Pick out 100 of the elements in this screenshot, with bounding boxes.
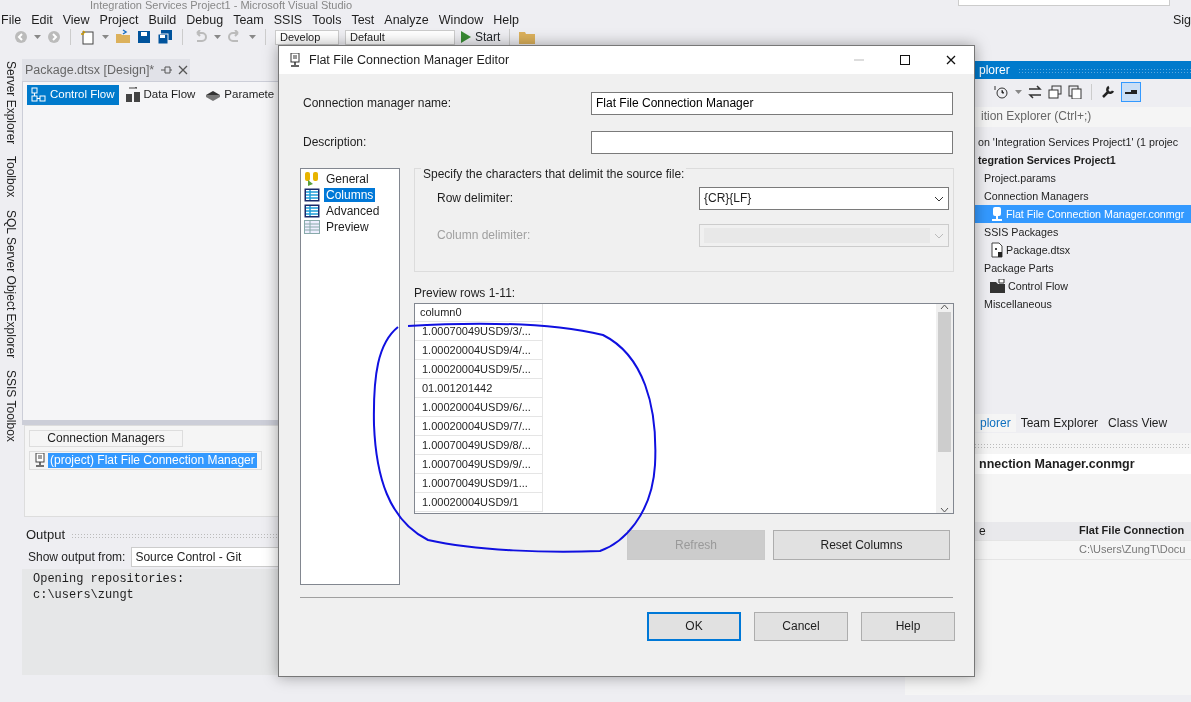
data-flow-icon xyxy=(124,87,141,103)
column-header: Flat File Connection xyxy=(1078,524,1186,538)
menu-item[interactable]: Analyze xyxy=(383,13,438,28)
new-project-icon[interactable] xyxy=(80,29,96,45)
menu-item[interactable]: Help xyxy=(492,13,528,28)
field-label: Description: xyxy=(302,134,368,150)
table-cell: 1.00020004USD9/4/... xyxy=(415,341,543,360)
table-icon xyxy=(304,220,320,234)
output-line: c:\users\zungt xyxy=(33,587,135,603)
grid-icon xyxy=(304,204,320,218)
package-icon xyxy=(990,242,1004,258)
configuration-dropdown[interactable]: Develop xyxy=(275,29,339,45)
general-icon xyxy=(304,171,320,187)
search-field[interactable] xyxy=(958,0,1170,6)
column-header: e xyxy=(978,523,987,539)
folder-icon xyxy=(990,279,1006,293)
menu-item[interactable]: Debug xyxy=(185,13,233,28)
preview-toggle-icon[interactable] xyxy=(1121,82,1141,102)
delimiter-dropdown[interactable]: {CR}{LF} xyxy=(699,187,949,210)
menu-item[interactable]: File xyxy=(0,13,31,28)
side-tab[interactable]: Server Explorer xyxy=(3,61,19,145)
designer-tab[interactable]: Paramete xyxy=(201,85,279,105)
help-button[interactable]: Help xyxy=(861,612,955,641)
pin-icon[interactable] xyxy=(160,64,173,76)
column-header: column0 xyxy=(415,304,543,322)
tree-item[interactable]: Control Flow xyxy=(917,277,1191,295)
window-title: Integration Services Project1 - Microsoft Visual Studio xyxy=(90,0,353,11)
save-icon[interactable] xyxy=(137,30,151,44)
caret-icon[interactable] xyxy=(102,35,109,39)
cancel-button[interactable]: Cancel xyxy=(754,612,848,641)
caret-icon[interactable] xyxy=(249,35,256,39)
description-field[interactable] xyxy=(591,130,953,154)
open-folder-icon[interactable] xyxy=(115,29,131,45)
table-cell: 1.00070049USD9/9/... xyxy=(415,455,543,474)
designer-tab[interactable]: Control Flow xyxy=(27,85,119,105)
sync-icon[interactable] xyxy=(1028,85,1042,99)
menu-item[interactable]: Edit xyxy=(30,13,62,28)
panel-tab[interactable]: Class View xyxy=(1103,413,1173,433)
table-cell: 1.00020004USD9/5/... xyxy=(415,360,543,379)
scroll-up-icon[interactable] xyxy=(940,304,949,310)
designer-tab[interactable]: Data Flow xyxy=(120,85,200,105)
nav-item[interactable]: Preview xyxy=(304,219,396,235)
table-cell: 1.00020004USD9/6/... xyxy=(415,398,543,417)
platform-dropdown[interactable]: Default xyxy=(345,29,455,45)
menu-item[interactable]: SSIS xyxy=(272,13,312,28)
table-cell: 1.00020004USD9/7/... xyxy=(415,417,543,436)
reset-columns-button[interactable]: Reset Columns xyxy=(773,530,950,560)
panel-tab[interactable]: plorer xyxy=(975,413,1016,433)
scroll-down-icon[interactable] xyxy=(940,507,949,513)
close-icon[interactable] xyxy=(946,55,956,65)
field-label: Show output from: xyxy=(28,549,126,565)
menu-item[interactable]: Test xyxy=(350,13,384,28)
chevron-icon[interactable] xyxy=(934,195,944,202)
side-tab[interactable]: Toolbox xyxy=(3,156,19,198)
field-label: Preview rows 1-11: xyxy=(414,286,517,302)
field-label: Column delimiter: xyxy=(437,228,532,243)
tree-item[interactable]: Package.dtsx xyxy=(917,241,1191,259)
tab-title: Package.dtsx [Design]* xyxy=(25,62,155,78)
table-cell: 1.00070049USD9/3/... xyxy=(415,322,543,341)
nav-item[interactable]: Advanced xyxy=(304,203,396,219)
dialog-title: Flat File Connection Manager Editor xyxy=(309,52,510,68)
menu-item[interactable]: Team xyxy=(232,13,273,28)
back-icon[interactable] xyxy=(14,30,28,44)
panel-tab[interactable]: Connection Managers xyxy=(29,430,183,447)
menu-item[interactable]: Tools xyxy=(311,13,351,28)
menu-item[interactable]: Build xyxy=(147,13,186,28)
scrollbar[interactable] xyxy=(936,304,953,513)
menu-item[interactable]: Project xyxy=(98,13,148,28)
wrench-icon[interactable] xyxy=(1101,85,1115,99)
maximize-icon[interactable] xyxy=(900,55,910,65)
grid-icon xyxy=(304,188,320,202)
panel-tab[interactable]: Team Explorer xyxy=(1015,413,1104,433)
ok-button[interactable]: OK xyxy=(647,612,741,641)
side-tab[interactable]: SSIS Toolbox xyxy=(3,370,19,442)
output-line: Opening repositories: xyxy=(33,571,186,587)
forward-icon[interactable] xyxy=(47,30,61,44)
history-icon[interactable] xyxy=(993,84,1009,100)
nav-item[interactable]: General xyxy=(304,171,396,187)
caret-icon[interactable] xyxy=(34,35,41,39)
table-cell: 1.00070049USD9/8/... xyxy=(415,436,543,455)
property-value: C:\Users\ZungT\Docu xyxy=(1078,543,1187,557)
sign-in-link[interactable]: Sig xyxy=(1172,13,1191,28)
group-title: Specify the characters that delimit the source file: xyxy=(421,167,687,182)
menu-item[interactable]: View xyxy=(61,13,99,28)
connection-icon xyxy=(289,52,301,68)
flow-icon xyxy=(31,87,47,103)
caret-icon[interactable] xyxy=(1015,90,1022,94)
field-label: Connection manager name: xyxy=(302,95,453,111)
save-all-icon[interactable] xyxy=(157,29,173,45)
name-field[interactable]: Flat File Connection Manager xyxy=(591,91,953,115)
collapse-icon[interactable] xyxy=(1048,85,1062,99)
start-button[interactable]: Start xyxy=(461,28,501,46)
connection-icon xyxy=(990,206,1004,222)
menu-item[interactable]: Window xyxy=(437,13,493,28)
caret-icon[interactable] xyxy=(214,35,221,39)
table-cell: 1.00070049USD9/1... xyxy=(415,474,543,493)
side-tab[interactable]: SQL Server Object Explorer xyxy=(3,209,19,359)
copy-icon[interactable] xyxy=(1068,85,1082,99)
document-tab[interactable]: Package.dtsx [Design]* xyxy=(22,59,190,81)
start-icon[interactable] xyxy=(461,31,471,43)
